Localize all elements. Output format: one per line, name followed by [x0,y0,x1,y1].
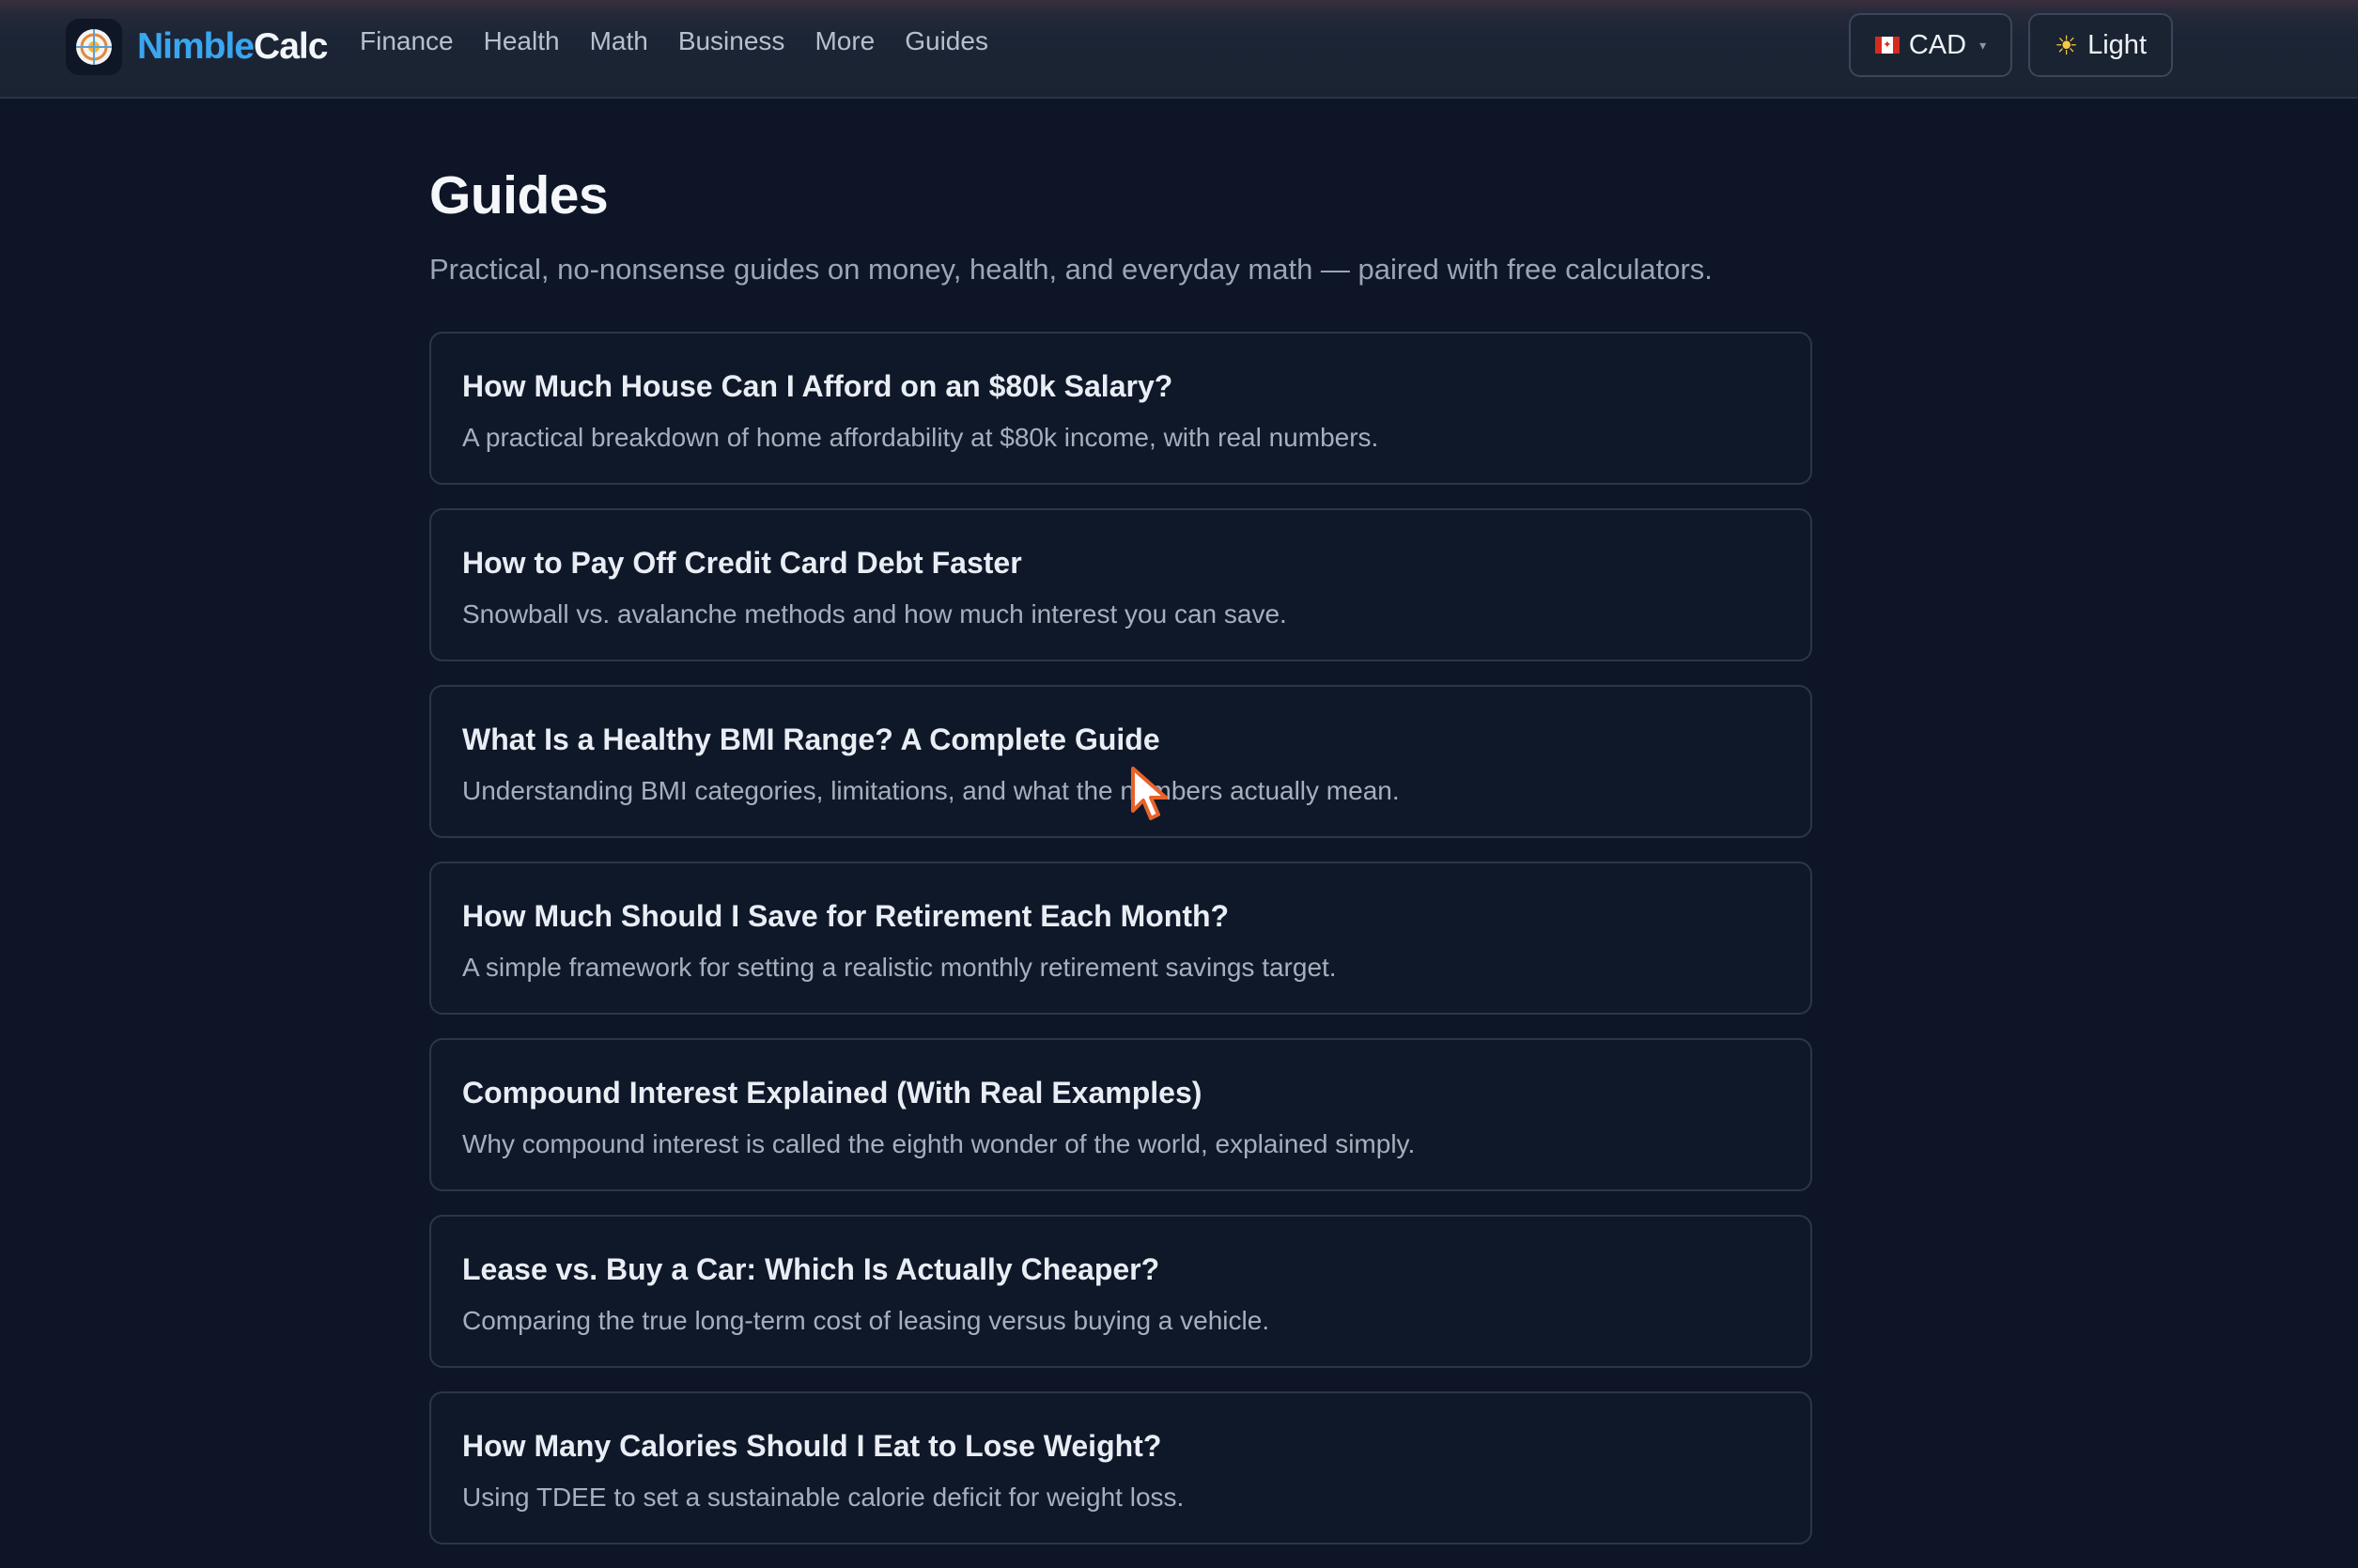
guides-list: How Much House Can I Afford on an $80k S… [429,332,1812,1545]
brand-logo-link[interactable]: NimbleCalc [66,19,328,75]
page-title: Guides [429,165,609,225]
theme-label: Light [2087,29,2147,60]
currency-selector-button[interactable]: ✦ CAD ▾ [1849,13,2012,77]
page-subtitle: Practical, no-nonsense guides on money, … [429,253,1713,286]
nav-item-guides[interactable]: Guides [905,26,988,56]
canada-flag-icon: ✦ [1874,37,1900,54]
main-content: Guides Practical, no-nonsense guides on … [429,99,1812,1568]
guide-card[interactable]: How Much Should I Save for Retirement Ea… [429,862,1812,1015]
guide-card-title: Lease vs. Buy a Car: Which Is Actually C… [462,1252,1160,1286]
guide-card-description: Snowball vs. avalanche methods and how m… [462,599,1287,629]
brand-name-part1: Nimble [137,26,255,67]
sun-icon: ☀ [2055,30,2079,60]
guide-card[interactable]: Compound Interest Explained (With Real E… [429,1038,1812,1191]
nav-item-health[interactable]: Health [484,26,560,56]
currency-label: CAD [1908,29,1967,60]
guide-card-title: How to Pay Off Credit Card Debt Faster [462,546,1022,580]
guide-card-title: Compound Interest Explained (With Real E… [462,1076,1202,1110]
guide-card-description: Comparing the true long-term cost of lea… [462,1306,1270,1335]
chevron-down-icon: ▾ [1979,37,1987,53]
guide-card[interactable]: What Is a Healthy BMI Range? A Complete … [429,685,1812,838]
guide-card-description: A practical breakdown of home affordabil… [462,423,1379,452]
nav-item-finance[interactable]: Finance [360,26,454,56]
guide-card[interactable]: How Much House Can I Afford on an $80k S… [429,332,1812,485]
guide-card[interactable]: Lease vs. Buy a Car: Which Is Actually C… [429,1215,1812,1368]
nav-item-math[interactable]: Math [590,26,648,56]
theme-toggle-button[interactable]: ☀ Light [2028,13,2173,77]
mouse-pointer-icon [1131,767,1168,820]
guide-card-title: How Much House Can I Afford on an $80k S… [462,369,1173,403]
top-navigation-bar: NimbleCalc Finance Health Math Business … [0,0,2358,99]
globe-icon [66,19,122,75]
main-nav: Finance Health Math Business More Guides [360,26,988,56]
nav-item-business[interactable]: Business [678,26,785,56]
guide-card-description: Why compound interest is called the eigh… [462,1129,1416,1158]
guide-card[interactable]: How Many Calories Should I Eat to Lose W… [429,1391,1812,1545]
nav-item-more[interactable]: More [814,26,875,56]
guide-card-description: Using TDEE to set a sustainable calorie … [462,1483,1185,1512]
brand-name-part2: Calc [254,26,328,67]
guide-card-description: A simple framework for setting a realist… [462,953,1337,982]
brand-name: NimbleCalc [137,26,328,68]
guide-card-title: What Is a Healthy BMI Range? A Complete … [462,722,1160,756]
guide-card-title: How Many Calories Should I Eat to Lose W… [462,1429,1162,1463]
guide-card[interactable]: How to Pay Off Credit Card Debt Faster S… [429,508,1812,661]
guide-card-title: How Much Should I Save for Retirement Ea… [462,899,1230,933]
